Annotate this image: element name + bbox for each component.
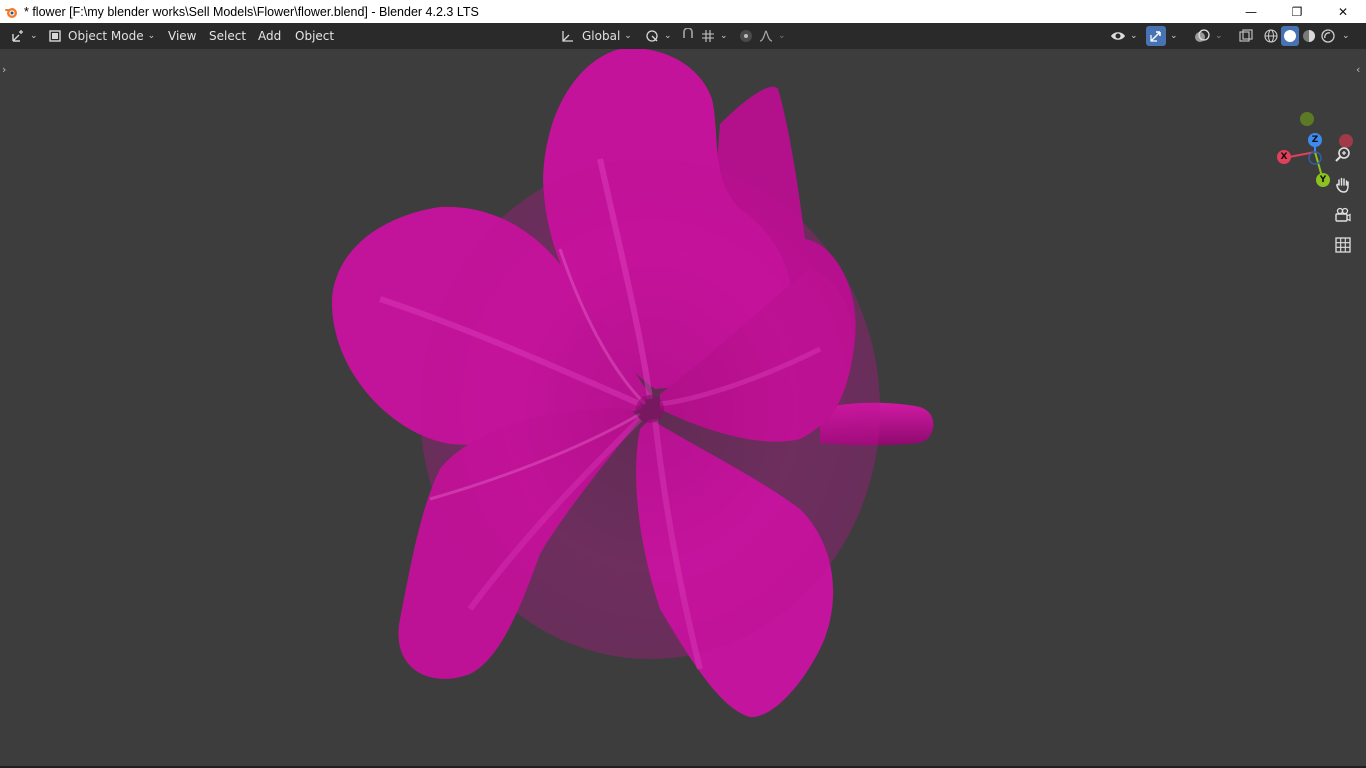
proportional-icon	[740, 30, 752, 42]
pan-hand-icon	[1336, 177, 1349, 193]
chevron-down-icon: ⌄	[720, 31, 728, 41]
gizmo-dropdown[interactable]: ⌄	[1168, 26, 1182, 46]
snap-increment-icon	[702, 30, 714, 42]
pivot-point-dropdown[interactable]: ⌄	[644, 26, 672, 46]
chevron-down-icon: ⌄	[147, 31, 156, 41]
camera-view-button[interactable]	[1330, 202, 1356, 228]
orientation-label: Global	[582, 29, 621, 43]
shading-material-button[interactable]	[1300, 26, 1318, 46]
snap-target-dropdown[interactable]: ⌄	[700, 26, 730, 46]
proportional-edit-toggle[interactable]	[736, 26, 756, 46]
menu-add[interactable]: Add	[258, 26, 281, 46]
shading-solid-button[interactable]	[1281, 26, 1299, 46]
blender-logo-icon	[4, 5, 18, 19]
overlay-icon	[1195, 29, 1210, 42]
eye-icon	[1111, 32, 1125, 40]
window-title: * flower [F:\my blender works\Sell Model…	[24, 4, 479, 19]
overlay-toggle[interactable]	[1192, 26, 1212, 46]
zoom-icon	[1335, 147, 1350, 162]
solid-icon	[1284, 30, 1296, 42]
chevron-down-icon: ⌄	[778, 31, 786, 41]
zoom-button[interactable]	[1330, 142, 1356, 168]
mode-dropdown[interactable]: Object Mode ⌄	[48, 26, 156, 46]
shading-wireframe-button[interactable]	[1262, 26, 1280, 46]
chevron-down-icon: ⌄	[1130, 31, 1138, 41]
chevron-down-icon: ⌄	[624, 31, 632, 41]
grid-ortho-icon	[1335, 237, 1351, 253]
axis-cursor-icon	[12, 30, 23, 42]
object-mode-icon	[49, 30, 61, 42]
window-titlebar: * flower [F:\my blender works\Sell Model…	[0, 0, 1366, 23]
3d-viewport[interactable]: › ‹ X Y Z	[0, 49, 1366, 766]
gizmo-z-axis[interactable]: Z	[1308, 133, 1322, 147]
orientation-icon	[562, 31, 573, 42]
gizmo-toggle[interactable]	[1146, 26, 1166, 46]
chevron-down-icon: ⌄	[30, 31, 38, 41]
minimize-button[interactable]: —	[1228, 0, 1274, 23]
shading-dropdown[interactable]: ⌄	[1340, 26, 1354, 46]
menu-view[interactable]: View	[168, 26, 196, 46]
xray-toggle[interactable]	[1236, 26, 1256, 46]
chevron-down-icon: ⌄	[1215, 31, 1223, 41]
chevron-down-icon: ⌄	[1170, 31, 1178, 41]
rendered-icon	[1321, 29, 1335, 43]
gizmo-neg-y[interactable]	[1300, 112, 1314, 126]
flower-mesh[interactable]	[0, 49, 1366, 766]
gizmo-icon	[1150, 31, 1161, 42]
wireframe-icon	[1264, 29, 1278, 43]
gizmo-x-axis[interactable]: X	[1277, 150, 1291, 164]
menu-select[interactable]: Select	[209, 26, 246, 46]
mode-label: Object Mode	[68, 29, 144, 43]
maximize-button[interactable]: ❐	[1274, 0, 1320, 23]
falloff-curve-icon	[759, 30, 773, 42]
chevron-down-icon: ⌄	[1342, 31, 1350, 41]
pan-button[interactable]	[1330, 172, 1356, 198]
viewport-header: ⌄ Object Mode ⌄ View Select Add Object G…	[0, 23, 1366, 49]
overlay-dropdown[interactable]: ⌄	[1213, 26, 1227, 46]
chevron-down-icon: ⌄	[664, 31, 672, 41]
ortho-toggle-button[interactable]	[1330, 232, 1356, 258]
snap-toggle[interactable]	[678, 26, 698, 46]
magnet-icon	[683, 28, 693, 38]
falloff-dropdown[interactable]: ⌄	[758, 26, 786, 46]
menu-object[interactable]: Object	[295, 26, 334, 46]
close-button[interactable]: ✕	[1320, 0, 1366, 23]
visibility-dropdown[interactable]: ⌄	[1110, 26, 1140, 46]
material-preview-icon	[1303, 30, 1315, 42]
xray-icon	[1239, 29, 1253, 42]
editor-type-button[interactable]: ⌄	[10, 26, 40, 46]
pivot-icon	[646, 30, 658, 42]
camera-icon	[1335, 207, 1351, 222]
shading-rendered-button[interactable]	[1319, 26, 1337, 46]
gizmo-y-axis[interactable]: Y	[1316, 173, 1330, 187]
transform-orientation-dropdown[interactable]: Global ⌄	[560, 26, 636, 46]
